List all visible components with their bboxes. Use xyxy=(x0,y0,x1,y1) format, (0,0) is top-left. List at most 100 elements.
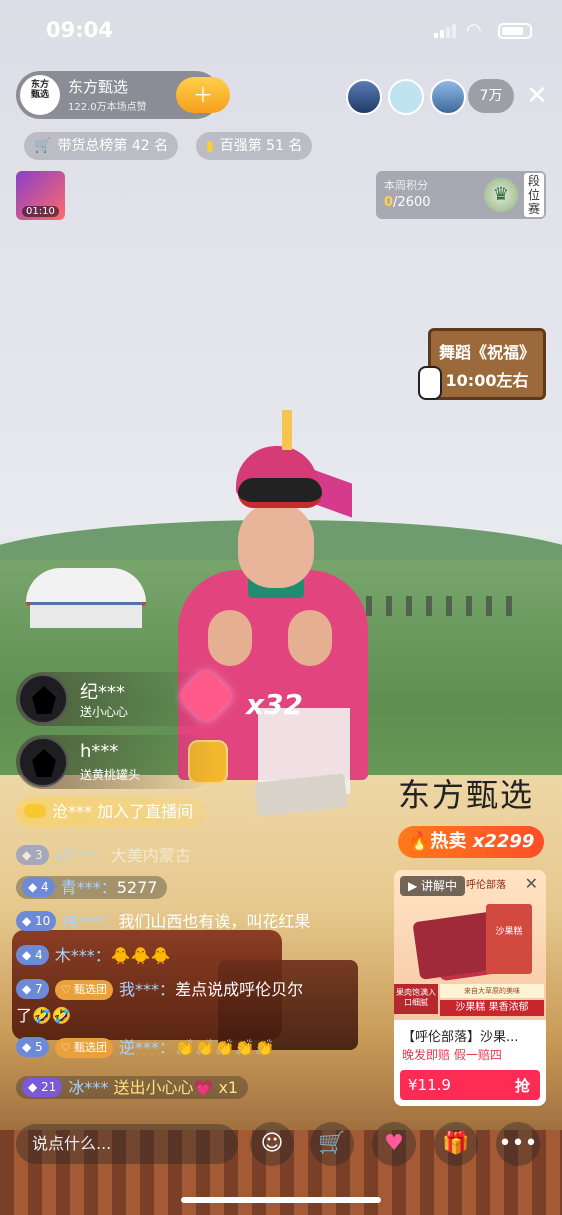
battery-icon xyxy=(498,23,532,39)
top100-rank-label: 百强第 51 名 xyxy=(219,138,303,154)
gift-icon[interactable]: 🎁 xyxy=(434,1122,478,1166)
product-badge: 来自大草原的美味 xyxy=(440,984,544,998)
viewer-avatar[interactable] xyxy=(346,79,382,115)
product-badge: 沙果糕 果香浓郁 xyxy=(440,1000,544,1016)
live-explaining-tag: ▶ 讲解中 xyxy=(400,876,466,896)
gift-description: 送黄桃罐头 xyxy=(80,768,141,782)
status-bar: 09:04 ◠ xyxy=(0,0,562,60)
cow-icon xyxy=(418,366,442,400)
hot-sale-label: 热卖 xyxy=(430,831,467,852)
cart-icon: 🛒 xyxy=(34,138,52,154)
close-icon[interactable]: ✕ xyxy=(525,874,538,893)
gift-sender-name: h*** xyxy=(80,741,119,762)
join-notice-text: 沧*** 加入了直播间 xyxy=(52,802,194,821)
chat-message: ◆ 4 木***：🐥🐥🐥 xyxy=(16,942,170,970)
buy-label: 抢 xyxy=(514,1077,530,1095)
yurt xyxy=(26,562,146,628)
buy-button[interactable]: ¥11.9 抢 xyxy=(400,1070,540,1100)
score-current: 0 xyxy=(384,195,394,210)
chat-message: ◆ 21 冰*** 送出小心心💗 x1 xyxy=(16,1074,249,1102)
chat-text: 我们山西也有诶，叫花红果 xyxy=(118,912,311,931)
signal-icon xyxy=(434,24,458,38)
user-level-badge: ◆ 7 xyxy=(16,979,49,999)
user-level-badge: ◆ 10 xyxy=(16,911,57,931)
host-logo-text: 东方 甄选 xyxy=(30,80,49,100)
user-level-badge: ◆ 5 xyxy=(16,1037,49,1057)
top100-rank-badge[interactable]: ▮ 百强第 51 名 xyxy=(196,132,313,160)
home-indicator[interactable] xyxy=(181,1197,381,1203)
gift-sender-name: 纪*** xyxy=(80,682,125,703)
chat-username[interactable]: 青***： xyxy=(61,878,117,897)
activity-timer: 01:10 xyxy=(22,206,59,217)
follow-plus-icon: ＋ xyxy=(193,83,213,107)
comment-input[interactable]: 说点什么... xyxy=(16,1124,238,1164)
chat-message: ◆ 5 ♡ 甄选团 逆***：👏👏👏👏👏 xyxy=(16,1034,275,1062)
activity-thumbnail[interactable]: 01:10 xyxy=(16,171,65,220)
user-level-badge: ◆ 3 xyxy=(16,845,49,865)
chat-username[interactable]: 木***： xyxy=(55,946,111,965)
sign-line-2: 10:00左右 xyxy=(445,371,529,390)
chat-message-continued: 了🤣🤣 xyxy=(16,1002,72,1030)
user-level-badge: ◆ 21 xyxy=(22,1077,63,1097)
chat-text: 了🤣🤣 xyxy=(16,1006,72,1025)
chat-text: 👏👏👏👏👏 xyxy=(175,1038,275,1057)
chat-text: 大美内蒙古 xyxy=(110,846,191,865)
chat-message: ◆ 4 青***：5277 xyxy=(16,874,168,902)
cart-icon[interactable]: 🛒 xyxy=(310,1122,354,1166)
more-icon[interactable]: ••• xyxy=(496,1122,540,1166)
weekly-score-value: 0/2600 xyxy=(384,195,431,210)
rank-medal-icon: ♛ xyxy=(484,178,518,212)
viewer-avatar[interactable] xyxy=(430,79,466,115)
chat-username[interactable]: 郭***： xyxy=(55,846,111,865)
gift-description: 送小心心 xyxy=(80,705,129,719)
fire-icon: 🔥 xyxy=(408,831,431,852)
gift-combo-count: x32 xyxy=(246,688,304,721)
group-badge: ♡ 甄选团 xyxy=(54,980,114,1000)
heart-icon[interactable]: ♥ xyxy=(372,1122,416,1166)
status-time: 09:04 xyxy=(46,18,113,42)
chat-message: ◆ 3 郭***：大美内蒙古 xyxy=(16,842,191,870)
chat-username[interactable]: 冰*** xyxy=(68,1078,108,1097)
join-notice: 沧*** 加入了直播间 xyxy=(16,797,208,827)
product-price: ¥11.9 xyxy=(408,1076,451,1094)
chat-text: 送出小心心💗 x1 xyxy=(113,1078,239,1097)
emoji-icon[interactable]: ☺ xyxy=(250,1122,294,1166)
wifi-icon: ◠ xyxy=(466,20,482,41)
chat-message: ◆ 10 伟***：我们山西也有诶，叫花红果 xyxy=(16,908,310,936)
product-title[interactable]: 【呼伦部落】沙果... xyxy=(402,1026,518,1045)
horse-riders xyxy=(366,596,526,616)
weekly-score-panel[interactable]: 本周积分 0/2600 ♛ 段位赛 xyxy=(376,171,546,219)
host-likes: 122.0万本场点赞 xyxy=(68,102,147,113)
sign-line-1: 舞蹈《祝福》 xyxy=(438,343,536,362)
chat-text: 5277 xyxy=(116,878,158,897)
user-avatar[interactable] xyxy=(18,674,68,724)
chat-username[interactable]: 逆***： xyxy=(119,1038,175,1057)
user-avatar[interactable] xyxy=(18,737,68,787)
chat-text: 差点说成呼伦贝尔 xyxy=(175,980,304,999)
viewer-count[interactable]: 7万 xyxy=(468,79,514,113)
brand-watermark: 东方甄选 xyxy=(398,776,535,814)
close-icon[interactable]: ✕ xyxy=(526,82,548,110)
host-avatar[interactable]: 东方 甄选 xyxy=(20,75,60,115)
product-brand-tag: 呼伦部落 xyxy=(466,880,506,891)
fan-badge-icon xyxy=(24,804,46,818)
chat-username[interactable]: 伟***： xyxy=(62,912,118,931)
viewer-avatar[interactable] xyxy=(388,79,424,115)
schedule-sign: 舞蹈《祝福》 10:00左右 xyxy=(428,328,546,400)
chat-username[interactable]: 我***： xyxy=(119,980,175,999)
host-name: 东方甄选 xyxy=(68,78,129,96)
hot-sale-badge[interactable]: 🔥热卖 x2299 xyxy=(398,826,545,858)
chat-text: 🐥🐥🐥 xyxy=(110,946,171,965)
host-profile[interactable]: 东方 甄选 东方甄选 122.0万本场点赞 ＋ xyxy=(16,71,230,119)
product-card[interactable]: 沙果糕 果肉饱满入口细腻 来自大草原的美味 沙果糕 果香浓郁 ▶ 讲解中 呼伦部… xyxy=(394,870,546,1106)
user-level-badge: ◆ 4 xyxy=(22,877,55,897)
group-badge: ♡ 甄选团 xyxy=(54,1038,114,1058)
product-box: 沙果糕 xyxy=(486,904,532,974)
bottom-bar: 说点什么... ☺ 🛒 ♥ 🎁 ••• xyxy=(0,1118,562,1170)
bar-chart-icon: ▮ xyxy=(206,138,214,154)
sales-rank-badge[interactable]: 🛒 带货总榜第 42 名 xyxy=(24,132,179,160)
segment-match-label[interactable]: 段位赛 xyxy=(524,173,544,217)
weekly-score-label: 本周积分 xyxy=(384,179,428,192)
user-level-badge: ◆ 4 xyxy=(16,945,49,965)
follow-button[interactable]: ＋ xyxy=(176,77,230,113)
